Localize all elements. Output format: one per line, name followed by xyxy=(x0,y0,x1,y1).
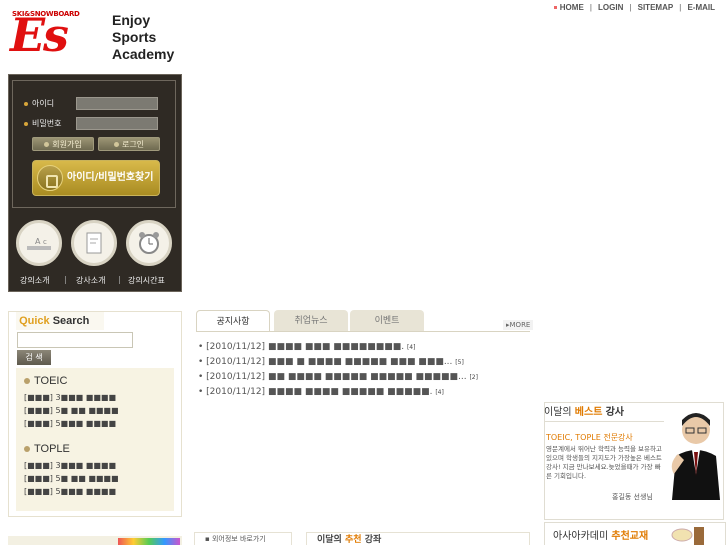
arrow-icon xyxy=(44,142,50,147)
svg-text:c: c xyxy=(43,238,47,246)
list-item[interactable]: [■■■] 3■■■ ■■■■ xyxy=(24,393,116,402)
pw-label: 비밀번호 xyxy=(24,118,61,129)
nav-login[interactable]: LOGIN xyxy=(592,3,629,12)
notice-row[interactable]: • [2010/11/12] ■■■ ■ ■■■■ ■■■■■ ■■■ ■■■.… xyxy=(198,357,464,367)
notice-row[interactable]: • [2010/11/12] ■■ ■■■■ ■■■■■ ■■■■■ ■■■■■… xyxy=(198,372,478,382)
svg-text:A: A xyxy=(35,237,41,246)
quick-search-title: Quick Search xyxy=(16,312,104,330)
id-input[interactable] xyxy=(76,97,158,110)
recommended-books-title: 아사아카데미 추천교재 xyxy=(553,531,649,542)
tab-notice[interactable]: 공지사항 xyxy=(196,310,270,332)
category-toeic[interactable]: TOEIC xyxy=(24,375,67,387)
list-item[interactable]: [■■■] 5■ ■■ ■■■■ xyxy=(24,406,119,415)
join-button[interactable]: 회원가입 xyxy=(32,137,94,151)
logo-line-3: Academy xyxy=(112,46,175,62)
top-nav: HOME | LOGIN | SITEMAP | E-MAIL xyxy=(548,3,721,12)
notice-row[interactable]: • [2010/11/12] ■■■■ ■■■ ■■■■■■■■. [4] xyxy=(198,342,415,352)
divider xyxy=(196,331,530,332)
teacher-name: 홍길동 선생님 xyxy=(612,493,653,501)
tab-job-news[interactable]: 취업뉴스 xyxy=(274,310,348,332)
menu-course-intro[interactable]: 강의소개 xyxy=(20,275,49,286)
menu-teacher-intro[interactable]: 강사소개 xyxy=(76,275,105,286)
info-link[interactable]: ▪ 외어정보 바로가기 xyxy=(194,532,292,545)
recommended-course-title[interactable]: 이달의 추천 강좌 xyxy=(306,532,530,545)
nav-home[interactable]: HOME xyxy=(548,3,590,12)
divider xyxy=(544,421,664,422)
password-input[interactable] xyxy=(76,117,158,130)
login-button[interactable]: 로그인 xyxy=(98,137,160,151)
search-input[interactable] xyxy=(17,332,133,348)
nav-email[interactable]: E-MAIL xyxy=(681,3,721,12)
lock-icon xyxy=(37,165,63,191)
arrow-icon xyxy=(113,142,119,147)
logo-text[interactable]: Enjoy Sports Academy xyxy=(112,12,174,63)
nav-sitemap[interactable]: SITEMAP xyxy=(632,3,680,12)
teacher-intro-button[interactable] xyxy=(71,220,117,266)
logo-line-1: Enjoy xyxy=(112,12,151,28)
teacher-photo xyxy=(671,413,720,500)
course-intro-button[interactable]: Ac xyxy=(16,220,62,266)
search-button[interactable]: 검 색 xyxy=(17,350,51,365)
more-link[interactable]: ▸MORE xyxy=(503,320,534,330)
logo-mark[interactable]: Es xyxy=(10,12,69,58)
find-id-password-button[interactable]: 아이디/비밀번호찾기 xyxy=(32,160,160,196)
book-icon xyxy=(671,527,704,545)
bullet-icon xyxy=(553,6,557,10)
teacher-specialty: TOEIC, TOPLE 전문강사 xyxy=(546,433,633,442)
id-label: 아이디 xyxy=(24,98,54,109)
best-teacher-title: 이달의 베스트 강사 xyxy=(544,407,624,418)
document-icon xyxy=(86,232,102,254)
quick-search-list: TOEIC [■■■] 3■■■ ■■■■ [■■■] 5■ ■■ ■■■■ [… xyxy=(16,368,174,511)
logo-line-2: Sports xyxy=(112,29,157,45)
bullet-icon xyxy=(24,101,28,106)
list-item[interactable]: [■■■] 5■■■ ■■■■ xyxy=(24,487,116,496)
tab-event[interactable]: 이벤트 xyxy=(350,310,424,332)
bullet-icon xyxy=(24,378,30,385)
menu-schedule[interactable]: 강의시간표 xyxy=(128,275,165,286)
notice-row[interactable]: • [2010/11/12] ■■■■ ■■■■ ■■■■■ ■■■■■. [4… xyxy=(198,387,444,397)
list-item[interactable]: [■■■] 5■■■ ■■■■ xyxy=(24,419,116,428)
bullet-icon xyxy=(24,446,30,453)
schedule-button[interactable] xyxy=(126,220,172,266)
category-tople[interactable]: TOPLE xyxy=(24,443,70,455)
clock-icon xyxy=(139,232,159,254)
color-bar xyxy=(118,538,180,545)
list-item[interactable]: [■■■] 5■ ■■ ■■■■ xyxy=(24,474,119,483)
pencil-icon: Ac xyxy=(27,237,51,250)
bullet-icon xyxy=(24,121,28,126)
list-item[interactable]: [■■■] 3■■■ ■■■■ xyxy=(24,461,116,470)
teacher-description: 영문계에서 뛰어난 학력과 능력을 보유하고 있으며 학생들의 지지도가 가장높… xyxy=(546,445,662,480)
